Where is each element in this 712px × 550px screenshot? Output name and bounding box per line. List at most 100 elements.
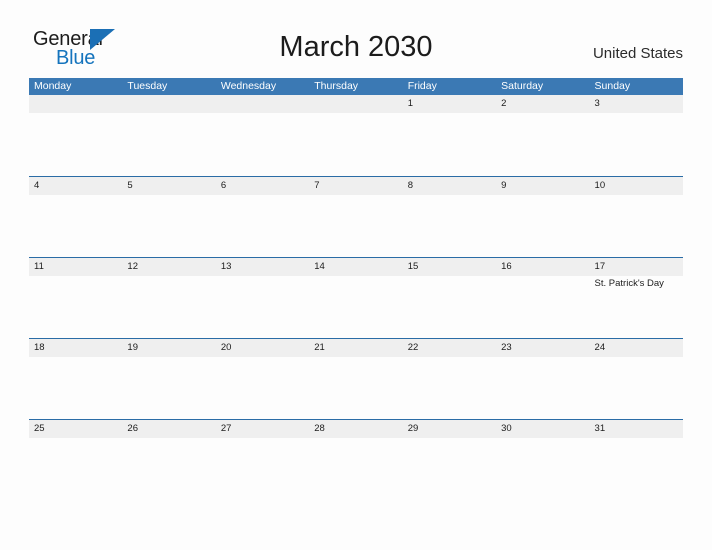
- day-cell[interactable]: 12: [122, 258, 215, 276]
- day-cell[interactable]: [309, 95, 402, 113]
- day-event-cell[interactable]: [496, 195, 589, 258]
- day-event-cell[interactable]: [590, 195, 683, 258]
- day-number: 8: [407, 180, 413, 191]
- day-cell[interactable]: [216, 95, 309, 113]
- day-cell[interactable]: 6: [216, 177, 309, 195]
- day-number: 29: [407, 423, 419, 434]
- day-cell[interactable]: 25: [29, 420, 122, 438]
- country-label: United States: [592, 45, 683, 62]
- day-event-cell[interactable]: [216, 438, 309, 501]
- day-event-cell[interactable]: [403, 113, 496, 176]
- day-number: 14: [314, 261, 325, 272]
- day-event-cell[interactable]: [29, 357, 122, 420]
- day-event-cell[interactable]: [309, 195, 402, 258]
- day-cell[interactable]: [122, 95, 215, 113]
- day-number: 22: [407, 342, 419, 353]
- week-date-band: 1 2 3: [29, 95, 683, 113]
- day-cell[interactable]: 1: [403, 95, 496, 113]
- day-cell[interactable]: 5: [122, 177, 215, 195]
- day-cell[interactable]: 4: [29, 177, 122, 195]
- day-event-cell[interactable]: [496, 276, 589, 339]
- week-date-band: 11 12 13 14 15 16 17: [29, 257, 683, 276]
- day-event-cell[interactable]: [122, 357, 215, 420]
- day-cell[interactable]: 21: [309, 339, 402, 357]
- day-event-cell[interactable]: [122, 195, 215, 258]
- day-event-cell[interactable]: [496, 438, 589, 501]
- day-cell[interactable]: 9: [496, 177, 589, 195]
- day-event-cell[interactable]: St. Patrick's Day: [590, 276, 683, 339]
- day-cell[interactable]: 18: [29, 339, 122, 357]
- day-event-cell[interactable]: [216, 195, 309, 258]
- day-number: 12: [127, 261, 138, 272]
- week-event-row: [29, 195, 683, 258]
- day-cell[interactable]: 31: [590, 420, 683, 438]
- day-event-text: St. Patrick's Day: [594, 278, 664, 289]
- day-event-cell[interactable]: [122, 113, 215, 176]
- day-event-cell[interactable]: [122, 438, 215, 501]
- day-cell[interactable]: 13: [216, 258, 309, 276]
- day-cell[interactable]: 23: [496, 339, 589, 357]
- day-number: 9: [501, 180, 507, 191]
- day-event-cell[interactable]: [309, 113, 402, 176]
- day-number: 31: [594, 423, 606, 434]
- day-cell[interactable]: 11: [29, 258, 122, 276]
- day-cell[interactable]: 10: [590, 177, 683, 195]
- day-cell[interactable]: 20: [216, 339, 309, 357]
- day-event-cell[interactable]: [496, 113, 589, 176]
- day-event-cell[interactable]: [590, 113, 683, 176]
- day-number: 6: [220, 180, 227, 191]
- day-number: 24: [594, 342, 606, 353]
- day-event-cell[interactable]: [403, 276, 496, 339]
- day-event-cell[interactable]: [216, 357, 309, 420]
- day-cell[interactable]: 17: [590, 258, 683, 276]
- day-cell[interactable]: 2: [496, 95, 589, 113]
- day-cell[interactable]: 19: [122, 339, 215, 357]
- day-event-cell[interactable]: [29, 113, 122, 176]
- day-cell[interactable]: 27: [216, 420, 309, 438]
- day-event-cell[interactable]: [122, 276, 215, 339]
- day-cell[interactable]: [29, 95, 122, 113]
- day-number: 3: [594, 98, 600, 109]
- week-event-row: St. Patrick's Day: [29, 276, 683, 339]
- day-event-cell[interactable]: [29, 438, 122, 501]
- day-event-cell[interactable]: [403, 357, 496, 420]
- day-cell[interactable]: 22: [403, 339, 496, 357]
- day-cell[interactable]: 3: [590, 95, 683, 113]
- day-event-cell[interactable]: [403, 438, 496, 501]
- day-cell[interactable]: 28: [309, 420, 402, 438]
- day-event-cell[interactable]: [309, 276, 402, 339]
- day-cell[interactable]: 26: [122, 420, 215, 438]
- day-cell[interactable]: 16: [496, 258, 589, 276]
- weekday-header-row: Monday Tuesday Wednesday Thursday Friday…: [29, 78, 683, 95]
- day-event-cell[interactable]: [403, 195, 496, 258]
- weekday-header-saturday: Saturday: [501, 80, 544, 92]
- day-event-cell[interactable]: [216, 113, 309, 176]
- day-number: 1: [407, 98, 413, 109]
- day-event-cell[interactable]: [590, 357, 683, 420]
- day-event-cell[interactable]: [309, 438, 402, 501]
- day-number: 2: [501, 98, 507, 109]
- day-number: 27: [220, 423, 232, 434]
- day-number: 4: [34, 180, 40, 191]
- day-number: 30: [501, 423, 512, 434]
- day-event-cell[interactable]: [309, 357, 402, 420]
- day-cell[interactable]: 7: [309, 177, 402, 195]
- day-cell[interactable]: 30: [496, 420, 589, 438]
- day-event-cell[interactable]: [216, 276, 309, 339]
- day-event-cell[interactable]: [496, 357, 589, 420]
- day-number: 13: [220, 261, 232, 272]
- day-cell[interactable]: 29: [403, 420, 496, 438]
- day-cell[interactable]: 14: [309, 258, 402, 276]
- weekday-header-friday: Friday: [407, 80, 437, 92]
- day-cell[interactable]: 8: [403, 177, 496, 195]
- day-event-cell[interactable]: [29, 276, 122, 339]
- day-event-cell[interactable]: [590, 438, 683, 501]
- day-cell[interactable]: 24: [590, 339, 683, 357]
- day-cell[interactable]: 15: [403, 258, 496, 276]
- day-number: 26: [127, 423, 138, 434]
- day-event-cell[interactable]: [29, 195, 122, 258]
- week-event-row: [29, 113, 683, 176]
- weekday-header-sunday: Sunday: [594, 80, 631, 92]
- week-event-row: [29, 357, 683, 420]
- calendar-grid: Monday Tuesday Wednesday Thursday Friday…: [29, 78, 683, 500]
